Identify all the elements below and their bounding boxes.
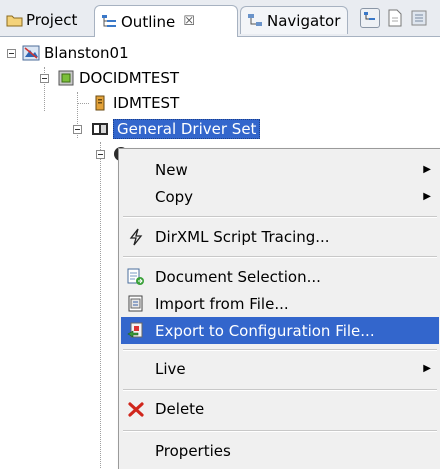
tab-navigator-label: Navigator xyxy=(267,11,341,30)
tree-layout-icon xyxy=(364,12,375,20)
tab-navigator[interactable]: Navigator xyxy=(240,6,348,34)
export-config-icon xyxy=(127,322,145,340)
new-document-button[interactable] xyxy=(386,8,406,28)
document-icon xyxy=(388,9,402,27)
driver-set-folder-icon xyxy=(91,120,109,138)
lightning-icon xyxy=(127,228,145,246)
menu-separator xyxy=(123,430,437,432)
submenu-arrow-icon: ▶ xyxy=(423,191,431,202)
view-tab-bar: Project Outline ☒ Navigator xyxy=(0,0,440,37)
tree-node-driver[interactable] xyxy=(0,142,134,166)
tree-node-blanston01[interactable]: Blanston01 xyxy=(0,41,129,65)
close-icon[interactable]: ☒ xyxy=(183,14,195,29)
tab-project[interactable]: Project xyxy=(0,6,94,34)
server-icon xyxy=(22,44,40,62)
menu-item-import[interactable]: Import from File... xyxy=(121,290,439,317)
driver-set-icon xyxy=(57,69,75,87)
collapse-icon[interactable] xyxy=(40,74,49,83)
menu-item-script-tracing[interactable]: DirXML Script Tracing... xyxy=(121,223,439,250)
navigator-icon xyxy=(247,13,264,28)
tree-layout-button[interactable] xyxy=(360,8,380,28)
menu-item-label: Copy xyxy=(155,187,194,206)
tree-node-label: IDMTEST xyxy=(113,94,180,112)
document-selection-icon xyxy=(127,268,145,286)
collapse-icon[interactable] xyxy=(96,150,105,159)
menu-item-label: Delete xyxy=(155,399,205,418)
tree-node-general-driver-set[interactable]: General Driver Set xyxy=(0,117,261,141)
menu-item-label: Properties xyxy=(155,441,231,460)
tree-node-label: Blanston01 xyxy=(44,44,129,62)
tree-node-label: DOCIDMTEST xyxy=(79,69,180,87)
server-tower-icon xyxy=(91,94,109,112)
menu-item-delete[interactable]: Delete xyxy=(121,395,439,422)
tree-guide-line xyxy=(100,142,101,468)
tree-node-label-selected: General Driver Set xyxy=(113,119,261,139)
submenu-arrow-icon: ▶ xyxy=(423,164,431,175)
menu-item-live[interactable]: Live ▶ xyxy=(121,355,439,382)
menu-item-copy[interactable]: Copy ▶ xyxy=(121,183,439,210)
collapse-icon[interactable] xyxy=(7,49,16,58)
filter-icon xyxy=(411,10,427,26)
menu-item-export[interactable]: Export to Configuration File... xyxy=(121,317,439,344)
menu-item-label: Live xyxy=(155,359,186,378)
tab-outline-label: Outline xyxy=(121,12,176,31)
toolbar-overflow-button[interactable] xyxy=(410,8,440,28)
menu-item-new[interactable]: New ▶ xyxy=(121,156,439,183)
folder-icon xyxy=(6,13,23,28)
menu-item-properties[interactable]: Properties xyxy=(121,437,439,464)
menu-item-label: New xyxy=(155,160,188,179)
menu-separator xyxy=(123,216,437,218)
menu-item-label: Document Selection... xyxy=(155,267,321,286)
menu-separator xyxy=(123,256,437,258)
context-menu: New ▶ Copy ▶ DirXML Script Tracing... Do… xyxy=(118,148,440,469)
menu-separator xyxy=(123,349,437,351)
menu-item-document-selection[interactable]: Document Selection... xyxy=(121,263,439,290)
delete-x-icon xyxy=(127,400,145,418)
import-file-icon xyxy=(127,295,145,313)
tree-node-docidmtest[interactable]: DOCIDMTEST xyxy=(0,66,179,90)
menu-item-label: Import from File... xyxy=(155,294,289,313)
tree-node-idmtest[interactable]: IDMTEST xyxy=(0,91,179,115)
tab-project-label: Project xyxy=(26,11,78,29)
outline-icon xyxy=(101,14,118,29)
submenu-arrow-icon: ▶ xyxy=(423,363,431,374)
tab-outline[interactable]: Outline ☒ xyxy=(94,5,238,37)
menu-item-label: Export to Configuration File... xyxy=(155,321,375,340)
menu-separator xyxy=(123,389,437,391)
menu-item-label: DirXML Script Tracing... xyxy=(155,227,330,246)
collapse-icon[interactable] xyxy=(73,125,82,134)
